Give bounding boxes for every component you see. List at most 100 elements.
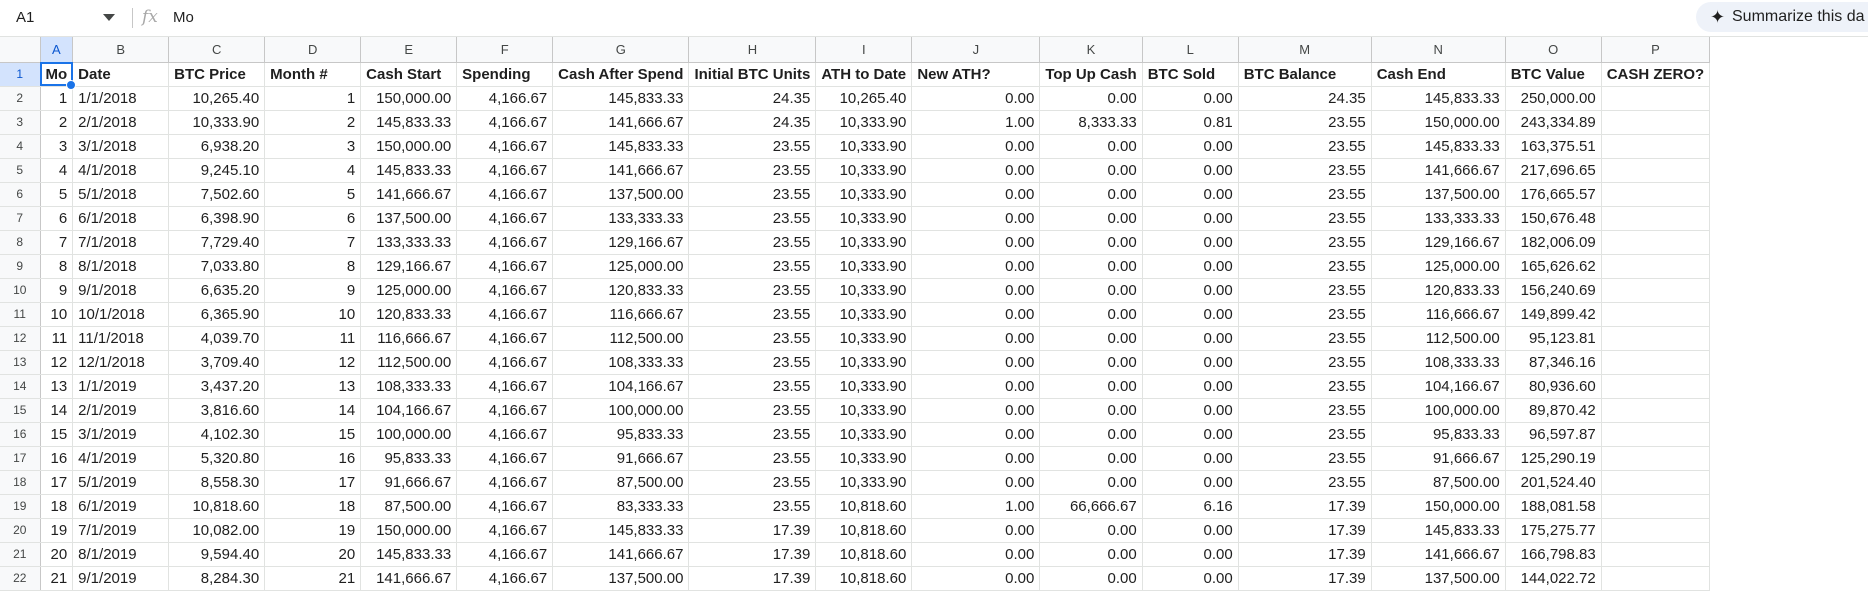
cell[interactable]: 116,666.67 [360, 326, 458, 351]
cell[interactable]: 10,818.60 [815, 566, 913, 591]
cell[interactable]: 0.00 [1039, 278, 1143, 303]
cell[interactable]: 5/1/2018 [72, 182, 170, 207]
cell[interactable]: 108,333.33 [552, 350, 690, 375]
column-header-p[interactable]: P [1601, 37, 1711, 63]
column-header-d[interactable]: D [264, 37, 362, 63]
header-cell[interactable]: BTC Price [168, 62, 266, 87]
row-number[interactable]: 16 [0, 422, 41, 447]
cell[interactable]: 0.00 [1039, 206, 1143, 231]
cell[interactable]: 112,500.00 [552, 326, 690, 351]
cell[interactable]: 0.00 [1142, 446, 1239, 471]
cell[interactable]: 137,500.00 [1371, 182, 1506, 207]
cell[interactable]: 24.35 [688, 86, 817, 111]
cell[interactable]: 17.39 [1238, 542, 1372, 567]
cell[interactable]: 7,729.40 [168, 230, 266, 255]
column-header-n[interactable]: N [1371, 37, 1506, 63]
header-cell[interactable]: BTC Balance [1238, 62, 1372, 87]
cell[interactable]: 129,166.67 [360, 254, 458, 279]
cell[interactable]: 4,166.67 [456, 350, 554, 375]
cell[interactable] [1601, 326, 1711, 351]
cell[interactable]: 8,284.30 [168, 566, 266, 591]
cell[interactable]: 5 [40, 182, 74, 207]
cell[interactable]: 0.00 [1142, 566, 1239, 591]
cell[interactable]: 150,000.00 [1371, 494, 1506, 519]
cell[interactable]: 9/1/2018 [72, 278, 170, 303]
cell[interactable]: 89,870.42 [1505, 398, 1602, 423]
cell[interactable]: 125,000.00 [552, 254, 690, 279]
cell[interactable]: 166,798.83 [1505, 542, 1602, 567]
cell[interactable]: 104,166.67 [552, 374, 690, 399]
name-box-value[interactable]: A1 [16, 9, 34, 26]
cell[interactable]: 9,594.40 [168, 542, 266, 567]
cell[interactable]: 145,833.33 [552, 134, 690, 159]
cell[interactable]: 0.00 [1142, 350, 1239, 375]
cell[interactable]: 129,166.67 [552, 230, 690, 255]
cell[interactable]: 0.00 [1142, 158, 1239, 183]
cell[interactable]: 108,333.33 [1371, 350, 1506, 375]
cell[interactable]: 1 [264, 86, 362, 111]
cell[interactable]: 7 [40, 230, 74, 255]
cell[interactable]: 125,000.00 [1371, 254, 1506, 279]
row-number[interactable]: 1 [0, 62, 41, 87]
cell[interactable]: 1 [40, 86, 74, 111]
column-header-l[interactable]: L [1142, 37, 1239, 63]
cell[interactable]: 12 [40, 350, 74, 375]
cell[interactable]: 0.00 [1039, 302, 1143, 327]
cell[interactable]: 4,166.67 [456, 494, 554, 519]
cell[interactable]: 4,166.67 [456, 302, 554, 327]
cell[interactable]: 11 [40, 326, 74, 351]
cell[interactable]: 14 [264, 398, 362, 423]
cell[interactable]: 10,333.90 [815, 350, 913, 375]
cell[interactable]: 141,666.67 [360, 182, 458, 207]
cell[interactable]: 116,666.67 [552, 302, 690, 327]
summarize-button[interactable]: ✦ Summarize this da [1696, 2, 1868, 32]
row-number[interactable]: 18 [0, 470, 41, 495]
cell[interactable]: 0.00 [1142, 518, 1239, 543]
header-cell[interactable]: Month # [264, 62, 362, 87]
column-header-b[interactable]: B [72, 37, 170, 63]
cell[interactable]: 23.55 [1238, 374, 1372, 399]
cell[interactable]: 0.00 [1039, 350, 1143, 375]
cell[interactable]: 150,000.00 [360, 518, 458, 543]
cell[interactable]: 0.00 [911, 278, 1041, 303]
cell[interactable]: 144,022.72 [1505, 566, 1602, 591]
cell[interactable]: 6.16 [1142, 494, 1239, 519]
column-header-c[interactable]: C [168, 37, 266, 63]
cell[interactable]: 6/1/2018 [72, 206, 170, 231]
column-header-g[interactable]: G [552, 37, 690, 63]
cell[interactable]: 10 [264, 302, 362, 327]
cell[interactable]: 21 [264, 566, 362, 591]
cell[interactable]: 23.55 [688, 206, 817, 231]
cell[interactable]: 2/1/2019 [72, 398, 170, 423]
cell[interactable] [1601, 182, 1711, 207]
cell[interactable]: 104,166.67 [360, 398, 458, 423]
cell[interactable]: 145,833.33 [552, 518, 690, 543]
cell[interactable]: 4,166.67 [456, 470, 554, 495]
cell[interactable]: 250,000.00 [1505, 86, 1602, 111]
column-header-i[interactable]: I [815, 37, 913, 63]
cell[interactable]: 4/1/2019 [72, 446, 170, 471]
cell[interactable]: 2 [264, 110, 362, 135]
sheet-table[interactable]: ABCDEFGHIJKLMNOP 1 Mo Date BTC Price Month #… [0, 37, 1711, 591]
cell[interactable]: 23.55 [688, 398, 817, 423]
cell[interactable]: 3,816.60 [168, 398, 266, 423]
cell[interactable]: 10,333.90 [815, 134, 913, 159]
cell[interactable]: 10,333.90 [815, 158, 913, 183]
cell[interactable]: 19 [40, 518, 74, 543]
cell[interactable]: 8/1/2019 [72, 542, 170, 567]
cell[interactable]: 0.00 [911, 326, 1041, 351]
cell[interactable]: 18 [264, 494, 362, 519]
cell[interactable]: 11 [264, 326, 362, 351]
cell[interactable]: 3 [40, 134, 74, 159]
header-cell[interactable]: Initial BTC Units [688, 62, 817, 87]
cell[interactable]: 4/1/2018 [72, 158, 170, 183]
cell[interactable]: 201,524.40 [1505, 470, 1602, 495]
cell[interactable]: 0.00 [1039, 254, 1143, 279]
cell[interactable]: 0.00 [1039, 230, 1143, 255]
cell[interactable]: 8,333.33 [1039, 110, 1143, 135]
cell[interactable]: 0.00 [1039, 398, 1143, 423]
cell[interactable]: 10,818.60 [815, 542, 913, 567]
cell[interactable]: 9/1/2019 [72, 566, 170, 591]
cell[interactable]: 96,597.87 [1505, 422, 1602, 447]
cell[interactable]: 16 [264, 446, 362, 471]
